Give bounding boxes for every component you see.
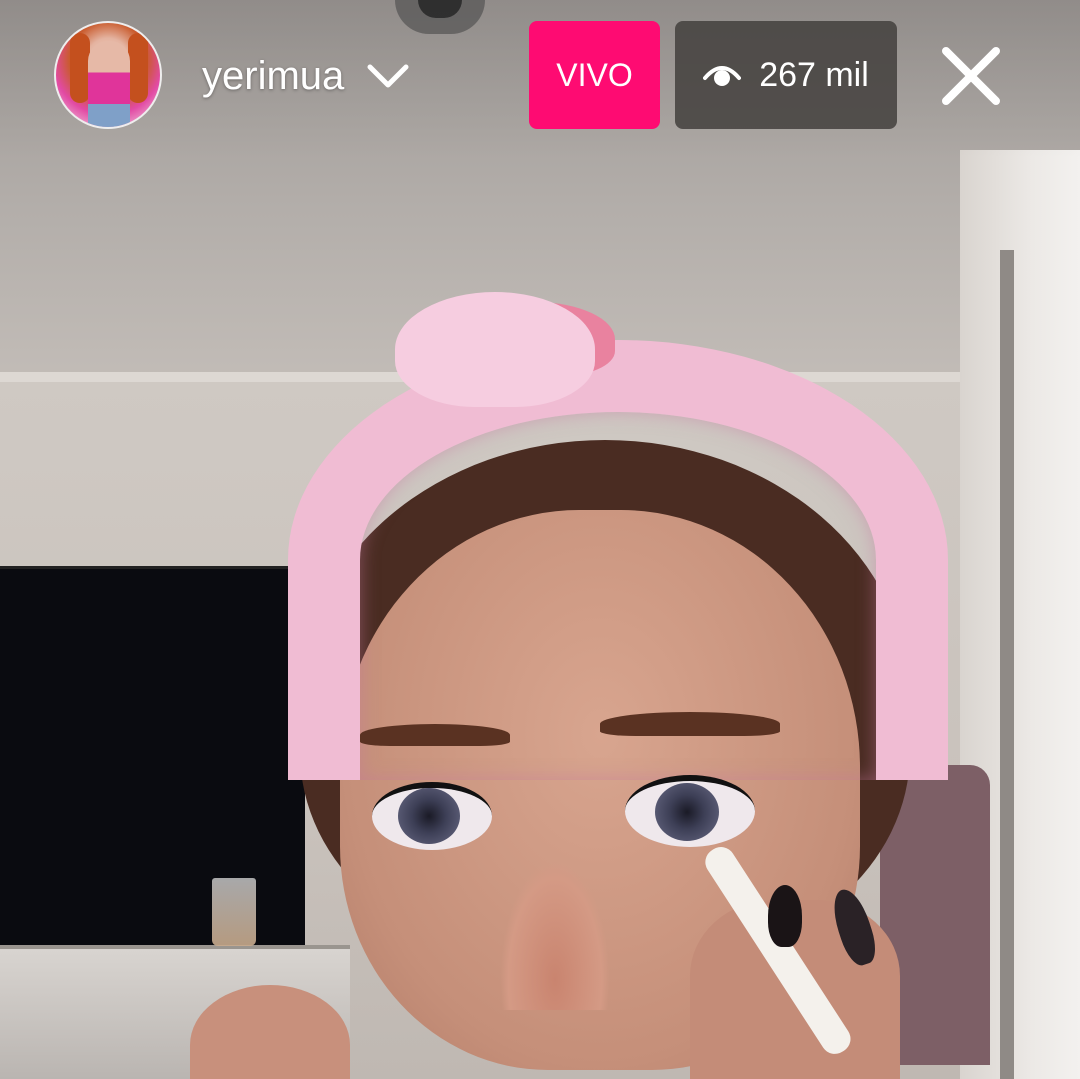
- right-eyebrow: [600, 712, 780, 736]
- avatar-detail: [88, 41, 130, 127]
- eye-icon: [703, 66, 742, 86]
- nose: [500, 860, 610, 1010]
- live-badge: VIVO: [529, 21, 660, 129]
- close-icon[interactable]: [938, 43, 1004, 109]
- viewer-count: 267 mil: [759, 55, 869, 94]
- avatar[interactable]: [54, 21, 162, 129]
- viewer-count-pill[interactable]: 267 mil: [675, 21, 897, 129]
- window-frame: [1000, 250, 1014, 1079]
- left-iris: [398, 788, 460, 844]
- cup: [212, 878, 256, 946]
- right-iris: [655, 783, 719, 841]
- username-dropdown[interactable]: yerimua: [202, 48, 410, 104]
- live-badge-label: VIVO: [556, 56, 633, 93]
- left-eyebrow: [360, 724, 510, 746]
- chevron-down-icon[interactable]: [366, 61, 410, 91]
- live-stream-screen: yerimua VIVO 267 mil: [0, 0, 1080, 1079]
- headband-bow: [395, 292, 595, 407]
- avatar-detail: [128, 33, 148, 103]
- pink-headband: [288, 340, 948, 780]
- username[interactable]: yerimua: [202, 54, 344, 99]
- avatar-detail: [70, 33, 90, 103]
- close-button[interactable]: [935, 40, 1007, 112]
- television: [0, 566, 305, 949]
- nail: [768, 885, 802, 947]
